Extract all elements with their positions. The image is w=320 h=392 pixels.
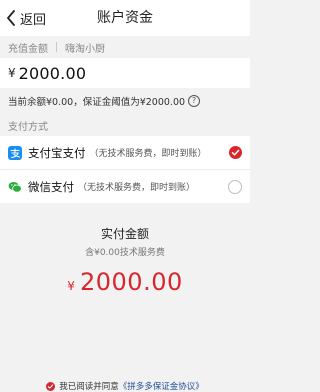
payment-option-name: 微信支付 (28, 179, 74, 194)
amount-value[interactable]: 2000.00 (19, 64, 87, 83)
alipay-icon (8, 145, 22, 160)
payment-option-wechat[interactable]: 微信支付 （无技术服务费，即时到账） (0, 169, 250, 203)
payment-section-label: 支付方式 (8, 121, 48, 133)
radio-checked-icon[interactable] (229, 145, 242, 159)
recharge-label: 充值金额 (8, 43, 48, 55)
summary-fee-note: 含¥0.00技术服务费 (85, 248, 165, 258)
summary-total: ¥ 2000.00 (0, 268, 250, 296)
summary-currency: ¥ (67, 279, 75, 293)
help-icon[interactable]: ? (188, 95, 201, 107)
payment-option-alipay[interactable]: 支付宝支付 （无技术服务费，即时到账） (0, 136, 250, 169)
summary-total-value: 2000.00 (79, 268, 183, 296)
payment-option-name: 支付宝支付 (28, 145, 86, 160)
shop-name: 嗨淘小厨 (65, 43, 105, 55)
divider (56, 42, 57, 52)
agreement-row: 我已阅读并同意 《拼多多保证金协议》 (0, 380, 250, 392)
balance-note: 当前余额¥0.00，保证金阈值为¥2000.00 (8, 97, 186, 108)
wechat-pay-icon (8, 181, 22, 193)
agreement-link[interactable]: 《拼多多保证金协议》 (119, 380, 204, 392)
summary-title: 实付金额 (100, 227, 149, 241)
payment-option-desc: （无技术服务费，即时到账） (89, 149, 207, 159)
recharge-header: 充值金额 嗨淘小厨 (0, 36, 250, 58)
agreement-checkbox[interactable] (46, 381, 56, 391)
payment-summary: 实付金额 含¥0.00技术服务费 ¥ 2000.00 (0, 225, 250, 296)
page-title: 账户资金 (97, 10, 153, 26)
radio-unchecked-icon[interactable] (228, 179, 242, 194)
currency-symbol: ¥ (8, 66, 16, 80)
amount-input-row[interactable]: ¥ 2000.00 (0, 58, 250, 88)
payment-option-desc: （无技术服务费，即时到账） (78, 183, 196, 193)
balance-note-row: 当前余额¥0.00，保证金阈值为¥2000.00 ? (0, 88, 250, 114)
agreement-text: 我已阅读并同意 (59, 382, 119, 392)
top-nav-bar: 返回 账户资金 (0, 0, 250, 36)
